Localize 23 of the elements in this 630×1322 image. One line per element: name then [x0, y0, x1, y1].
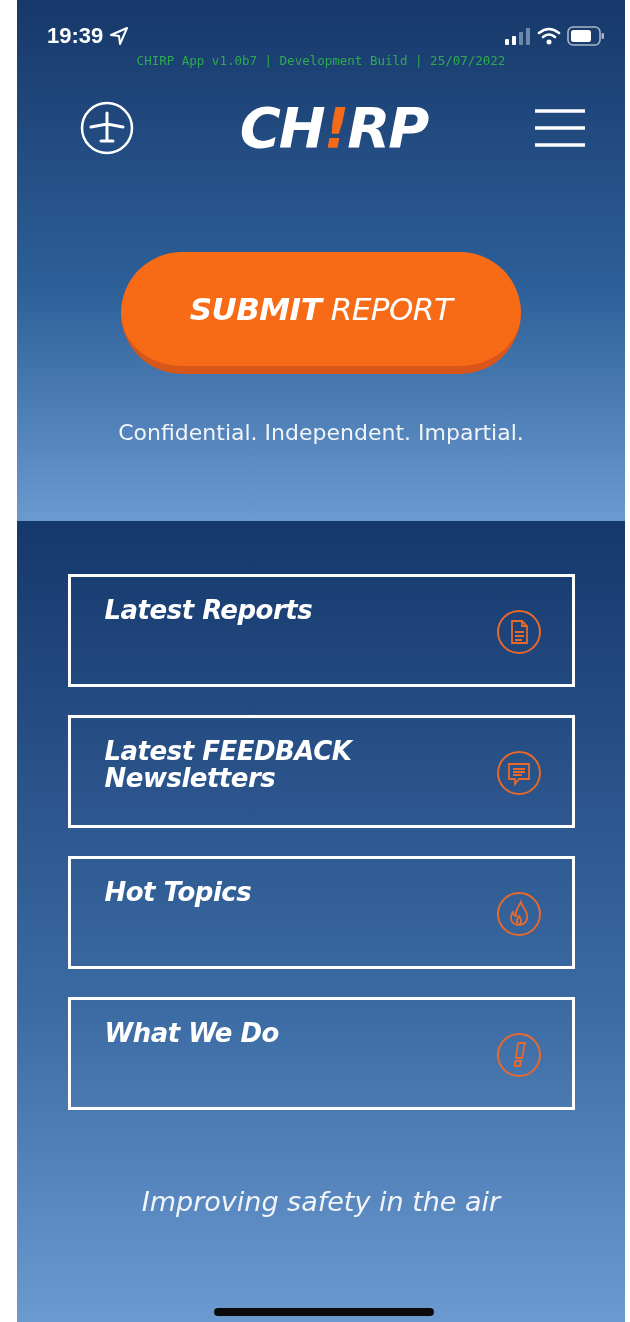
menu-card[interactable]: What We Do: [67, 997, 575, 1110]
battery-icon: [567, 26, 605, 46]
menu-card[interactable]: Latest Reports: [67, 574, 575, 687]
tagline: Confidential. Independent. Impartial.: [118, 420, 524, 445]
airplane-icon[interactable]: [80, 101, 134, 155]
menu-icon[interactable]: [533, 108, 587, 148]
chat-bubble-icon: [495, 750, 542, 796]
document-icon: [495, 609, 542, 655]
card-title: Hot Topics: [104, 879, 252, 909]
wifi-icon: [537, 27, 561, 45]
card-title: Latest Reports: [104, 597, 313, 627]
menu-card[interactable]: Hot Topics: [67, 856, 575, 969]
exclamation-icon: [495, 1032, 542, 1078]
card-title: Latest FEEDBACK Newsletters: [104, 738, 354, 796]
build-info: CHIRP App v1.0b7 | Development Build | 25/07/2022: [136, 53, 506, 68]
signal-icon: [505, 27, 531, 45]
status-time: 19:39: [47, 23, 104, 49]
footer-slogan: Improving safety in the air: [141, 1186, 501, 1217]
flame-icon: [495, 891, 542, 937]
card-title: What We Do: [104, 1020, 279, 1050]
menu-card[interactable]: Latest FEEDBACK Newsletters: [67, 715, 575, 828]
chirp-logo: CH!RP: [239, 100, 428, 156]
location-arrow-icon: [109, 26, 130, 46]
